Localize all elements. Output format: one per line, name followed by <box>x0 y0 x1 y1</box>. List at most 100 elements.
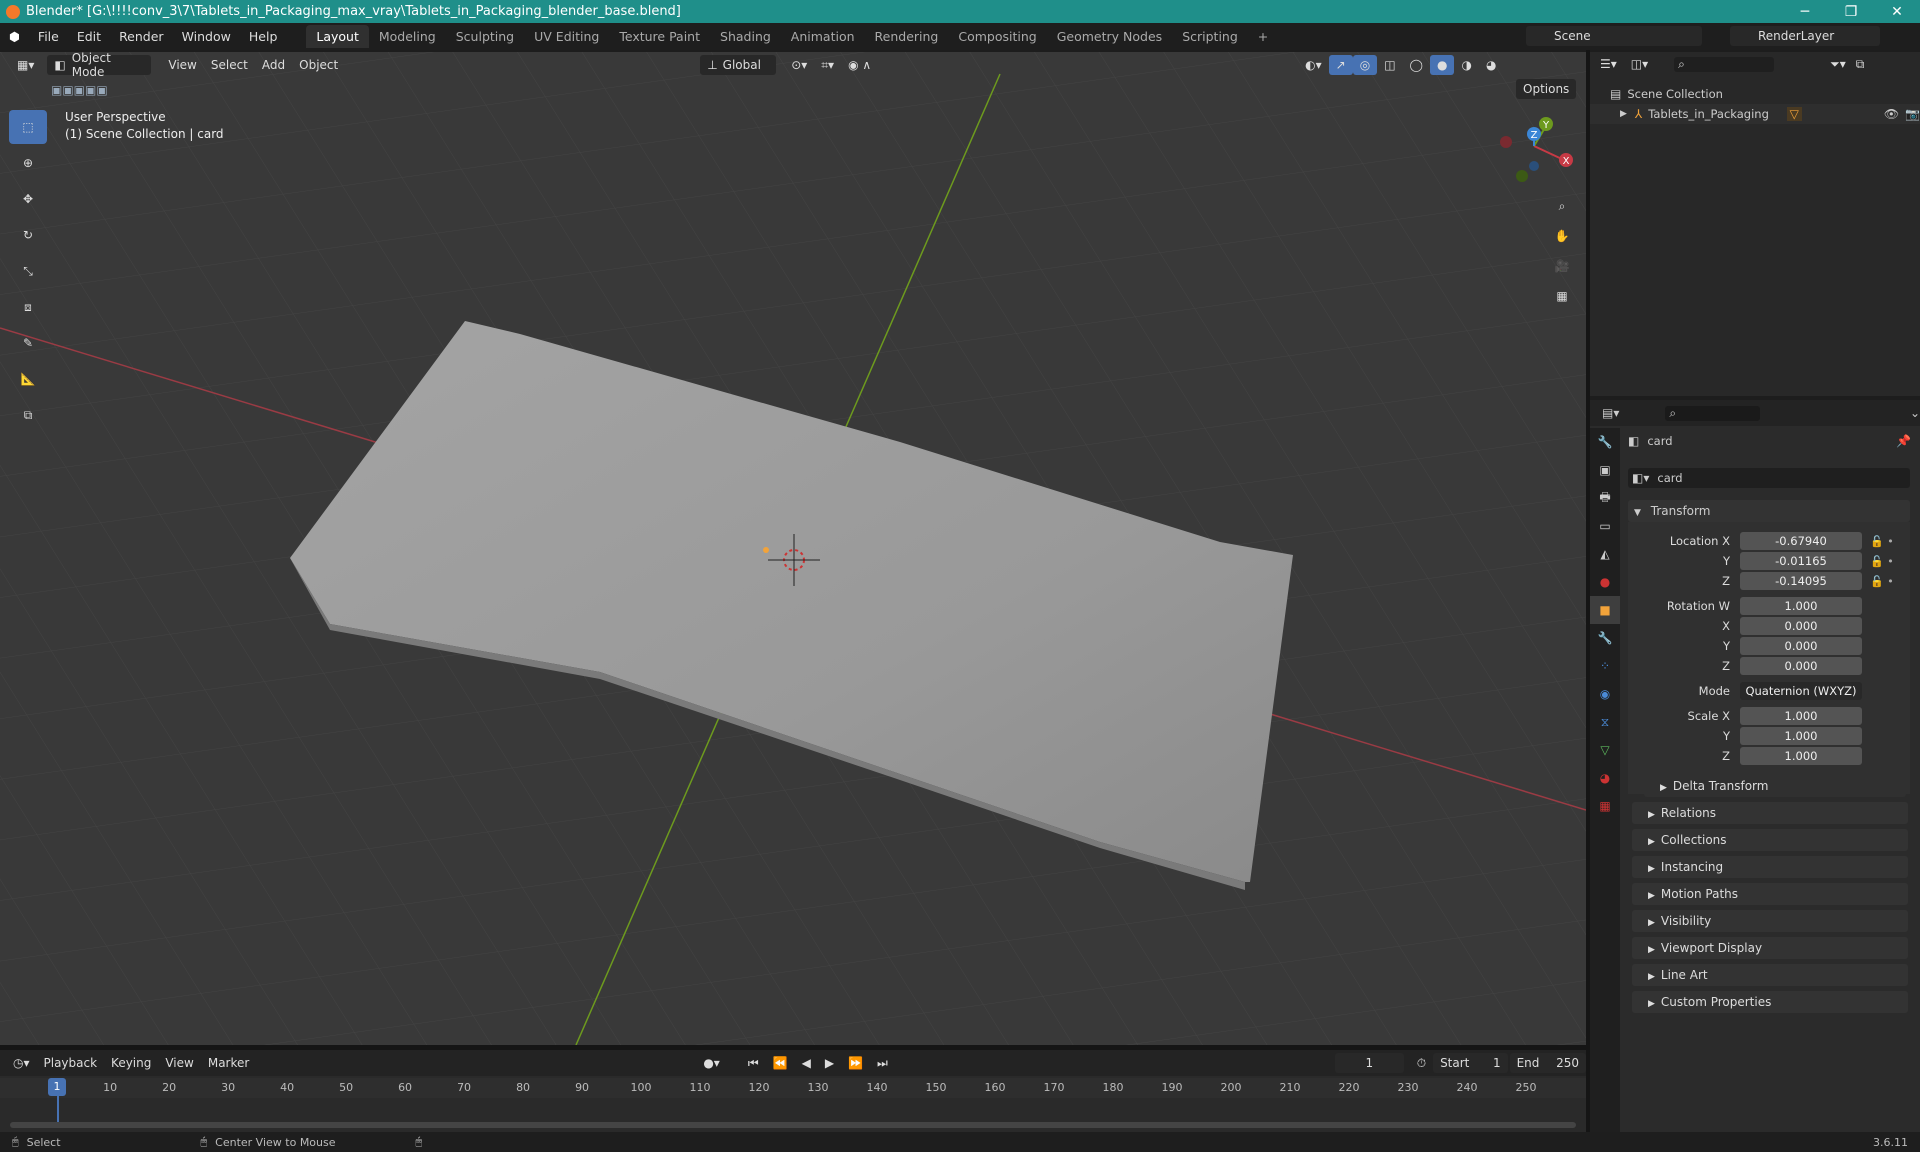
menu-edit[interactable]: Edit <box>68 29 110 44</box>
visibility-filter-icon[interactable]: ◐▾ <box>1298 55 1329 75</box>
tool-tab-icon[interactable]: 🔧 <box>1590 428 1620 456</box>
minimize-button[interactable]: ─ <box>1782 4 1828 20</box>
prev-keyframe-icon[interactable]: ⏪ <box>766 1053 795 1073</box>
tab-texture-paint[interactable]: Texture Paint <box>609 25 710 48</box>
navigation-gizmo[interactable]: X Y Z <box>1492 112 1574 192</box>
end-frame-field[interactable]: End 250 <box>1509 1053 1587 1073</box>
pan-hand-icon[interactable]: ✋ <box>1548 222 1576 250</box>
timeline-menu-keying[interactable]: Keying <box>104 1053 158 1073</box>
material-tab-icon[interactable]: ◕ <box>1590 764 1620 792</box>
timeline-menu-view[interactable]: View <box>158 1053 200 1073</box>
snap-icon[interactable]: ⌗▾ <box>814 55 841 75</box>
tab-rendering[interactable]: Rendering <box>865 25 949 48</box>
physics-tab-icon[interactable]: ◉ <box>1590 680 1620 708</box>
rotation-x-field[interactable]: 0.000 <box>1740 617 1862 635</box>
start-frame-field[interactable]: Start 1 <box>1433 1053 1508 1073</box>
properties-type-icon[interactable]: ▤▾ <box>1602 406 1619 420</box>
close-button[interactable]: ✕ <box>1874 4 1920 20</box>
timeline-type-icon[interactable]: ◷▾ <box>6 1053 37 1073</box>
shading-material-icon[interactable]: ◑ <box>1454 55 1478 75</box>
lock-icons[interactable]: 🔓 • 🔓 • 🔓 • <box>1870 532 1894 592</box>
select-box-icon[interactable]: ⬚ <box>9 110 47 144</box>
scene-collection-row[interactable]: ▤ Scene Collection <box>1590 84 1920 104</box>
menu-window[interactable]: Window <box>173 29 240 44</box>
visibility-panel[interactable]: ▶ Visibility <box>1632 910 1908 932</box>
outliner-item[interactable]: ▶ ⅄ Tablets_in_Packaging ▽ 👁 📷 <box>1590 104 1920 124</box>
pin-icon[interactable]: 📌 <box>1896 434 1911 448</box>
line-art-panel[interactable]: ▶ Line Art <box>1632 964 1908 986</box>
timeline-menu-marker[interactable]: Marker <box>201 1053 256 1073</box>
camera-view-icon[interactable]: 🎥 <box>1548 252 1576 280</box>
scale-z-field[interactable]: 1.000 <box>1740 747 1862 765</box>
tab-layout[interactable]: Layout <box>306 25 369 48</box>
add-cube-tool-icon[interactable]: ⧉ <box>9 398 47 432</box>
tab-sculpting[interactable]: Sculpting <box>446 25 524 48</box>
expand-arrow-icon[interactable]: ▶ <box>1620 109 1627 119</box>
object-name-field[interactable]: ◧▾ card <box>1628 468 1910 488</box>
tab-modeling[interactable]: Modeling <box>369 25 446 48</box>
add-workspace-icon[interactable]: + <box>1248 25 1278 48</box>
outliner-search-icon[interactable]: ⌕ <box>1674 56 1775 72</box>
modifier-tab-icon[interactable]: 🔧 <box>1590 624 1620 652</box>
location-x-field[interactable]: -0.67940 <box>1740 532 1862 550</box>
texture-tab-icon[interactable]: ▦ <box>1590 792 1620 820</box>
timeline-menu-playback[interactable]: Playback <box>37 1053 105 1073</box>
orientation-dropdown[interactable]: ⊥ Global <box>700 55 777 75</box>
collections-panel[interactable]: ▶ Collections <box>1632 829 1908 851</box>
render-tab-icon[interactable]: ▣ <box>1590 456 1620 484</box>
shading-wireframe-icon[interactable]: ◯ <box>1403 55 1430 75</box>
particles-tab-icon[interactable]: ⁘ <box>1590 652 1620 680</box>
display-mode-icon[interactable]: ◫▾ <box>1631 57 1648 71</box>
scale-x-field[interactable]: 1.000 <box>1740 707 1862 725</box>
annotate-tool-icon[interactable]: ✎ <box>9 326 47 360</box>
data-tab-icon[interactable]: ▽ <box>1590 736 1620 764</box>
new-collection-icon[interactable]: ⧉ <box>1856 57 1865 72</box>
shading-solid-icon[interactable]: ● <box>1429 55 1455 75</box>
editor-type-icon[interactable]: ▦▾ <box>10 55 41 75</box>
menu-file[interactable]: File <box>29 29 68 44</box>
next-keyframe-icon[interactable]: ⏩ <box>841 1053 870 1073</box>
selection-mode-icons[interactable]: ▣▣▣▣▣ <box>44 80 115 100</box>
mode-dropdown[interactable]: ◧ Object Mode <box>47 51 152 79</box>
playhead[interactable]: 1 <box>48 1078 66 1096</box>
gizmo-toggle-icon[interactable]: ↗ <box>1328 55 1353 75</box>
xray-toggle-icon[interactable]: ◫ <box>1377 55 1402 75</box>
shading-rendered-icon[interactable]: ◕ <box>1479 55 1503 75</box>
custom-properties-panel[interactable]: ▶ Custom Properties <box>1632 991 1908 1013</box>
3d-viewport[interactable] <box>0 52 1586 1045</box>
viewport-display-panel[interactable]: ▶ Viewport Display <box>1632 937 1908 959</box>
blender-menu-icon[interactable]: ⬢ <box>0 29 29 44</box>
preview-range-icon[interactable]: ⏱ <box>1410 1053 1433 1073</box>
viewport-menu-add[interactable]: Add <box>255 55 292 75</box>
instancing-panel[interactable]: ▶ Instancing <box>1632 856 1908 878</box>
measure-tool-icon[interactable]: 📐 <box>9 362 47 396</box>
scale-y-field[interactable]: 1.000 <box>1740 727 1862 745</box>
transform-panel-header[interactable]: ▼ Transform <box>1628 500 1910 522</box>
tab-geometry-nodes[interactable]: Geometry Nodes <box>1047 25 1172 48</box>
world-tab-icon[interactable]: ● <box>1590 568 1620 596</box>
zoom-icon[interactable]: ⌕ <box>1548 192 1576 220</box>
ortho-toggle-icon[interactable]: ▦ <box>1548 282 1576 310</box>
current-frame-field[interactable]: 1 <box>1334 1053 1404 1073</box>
timeline-scrollbar[interactable] <box>10 1122 1576 1128</box>
scene-tab-icon[interactable]: ◭ <box>1590 540 1620 568</box>
visibility-eye-icon[interactable]: 👁 <box>1884 107 1899 121</box>
menu-render[interactable]: Render <box>110 29 173 44</box>
tab-shading[interactable]: Shading <box>710 25 781 48</box>
overlay-toggle-icon[interactable]: ◎ <box>1352 55 1378 75</box>
location-y-field[interactable]: -0.01165 <box>1740 552 1862 570</box>
modifier-icon[interactable]: ▽ <box>1786 107 1802 121</box>
rotation-y-field[interactable]: 0.000 <box>1740 637 1862 655</box>
output-tab-icon[interactable]: 🖶 <box>1590 484 1620 512</box>
object-tab-icon[interactable]: ■ <box>1590 596 1620 624</box>
tab-scripting[interactable]: Scripting <box>1172 25 1248 48</box>
filter-icon[interactable]: ⏷▾ <box>1830 57 1846 72</box>
play-reverse-icon[interactable]: ◀ <box>795 1053 818 1073</box>
viewport-menu-view[interactable]: View <box>161 55 203 75</box>
properties-search-icon[interactable]: ⌕ <box>1665 405 1760 421</box>
auto-key-icon[interactable]: ●▾ <box>696 1053 727 1073</box>
tab-compositing[interactable]: Compositing <box>948 25 1046 48</box>
rotation-z-field[interactable]: 0.000 <box>1740 657 1862 675</box>
move-tool-icon[interactable]: ✥ <box>9 182 47 216</box>
jump-start-icon[interactable]: ⏮ <box>741 1053 766 1073</box>
